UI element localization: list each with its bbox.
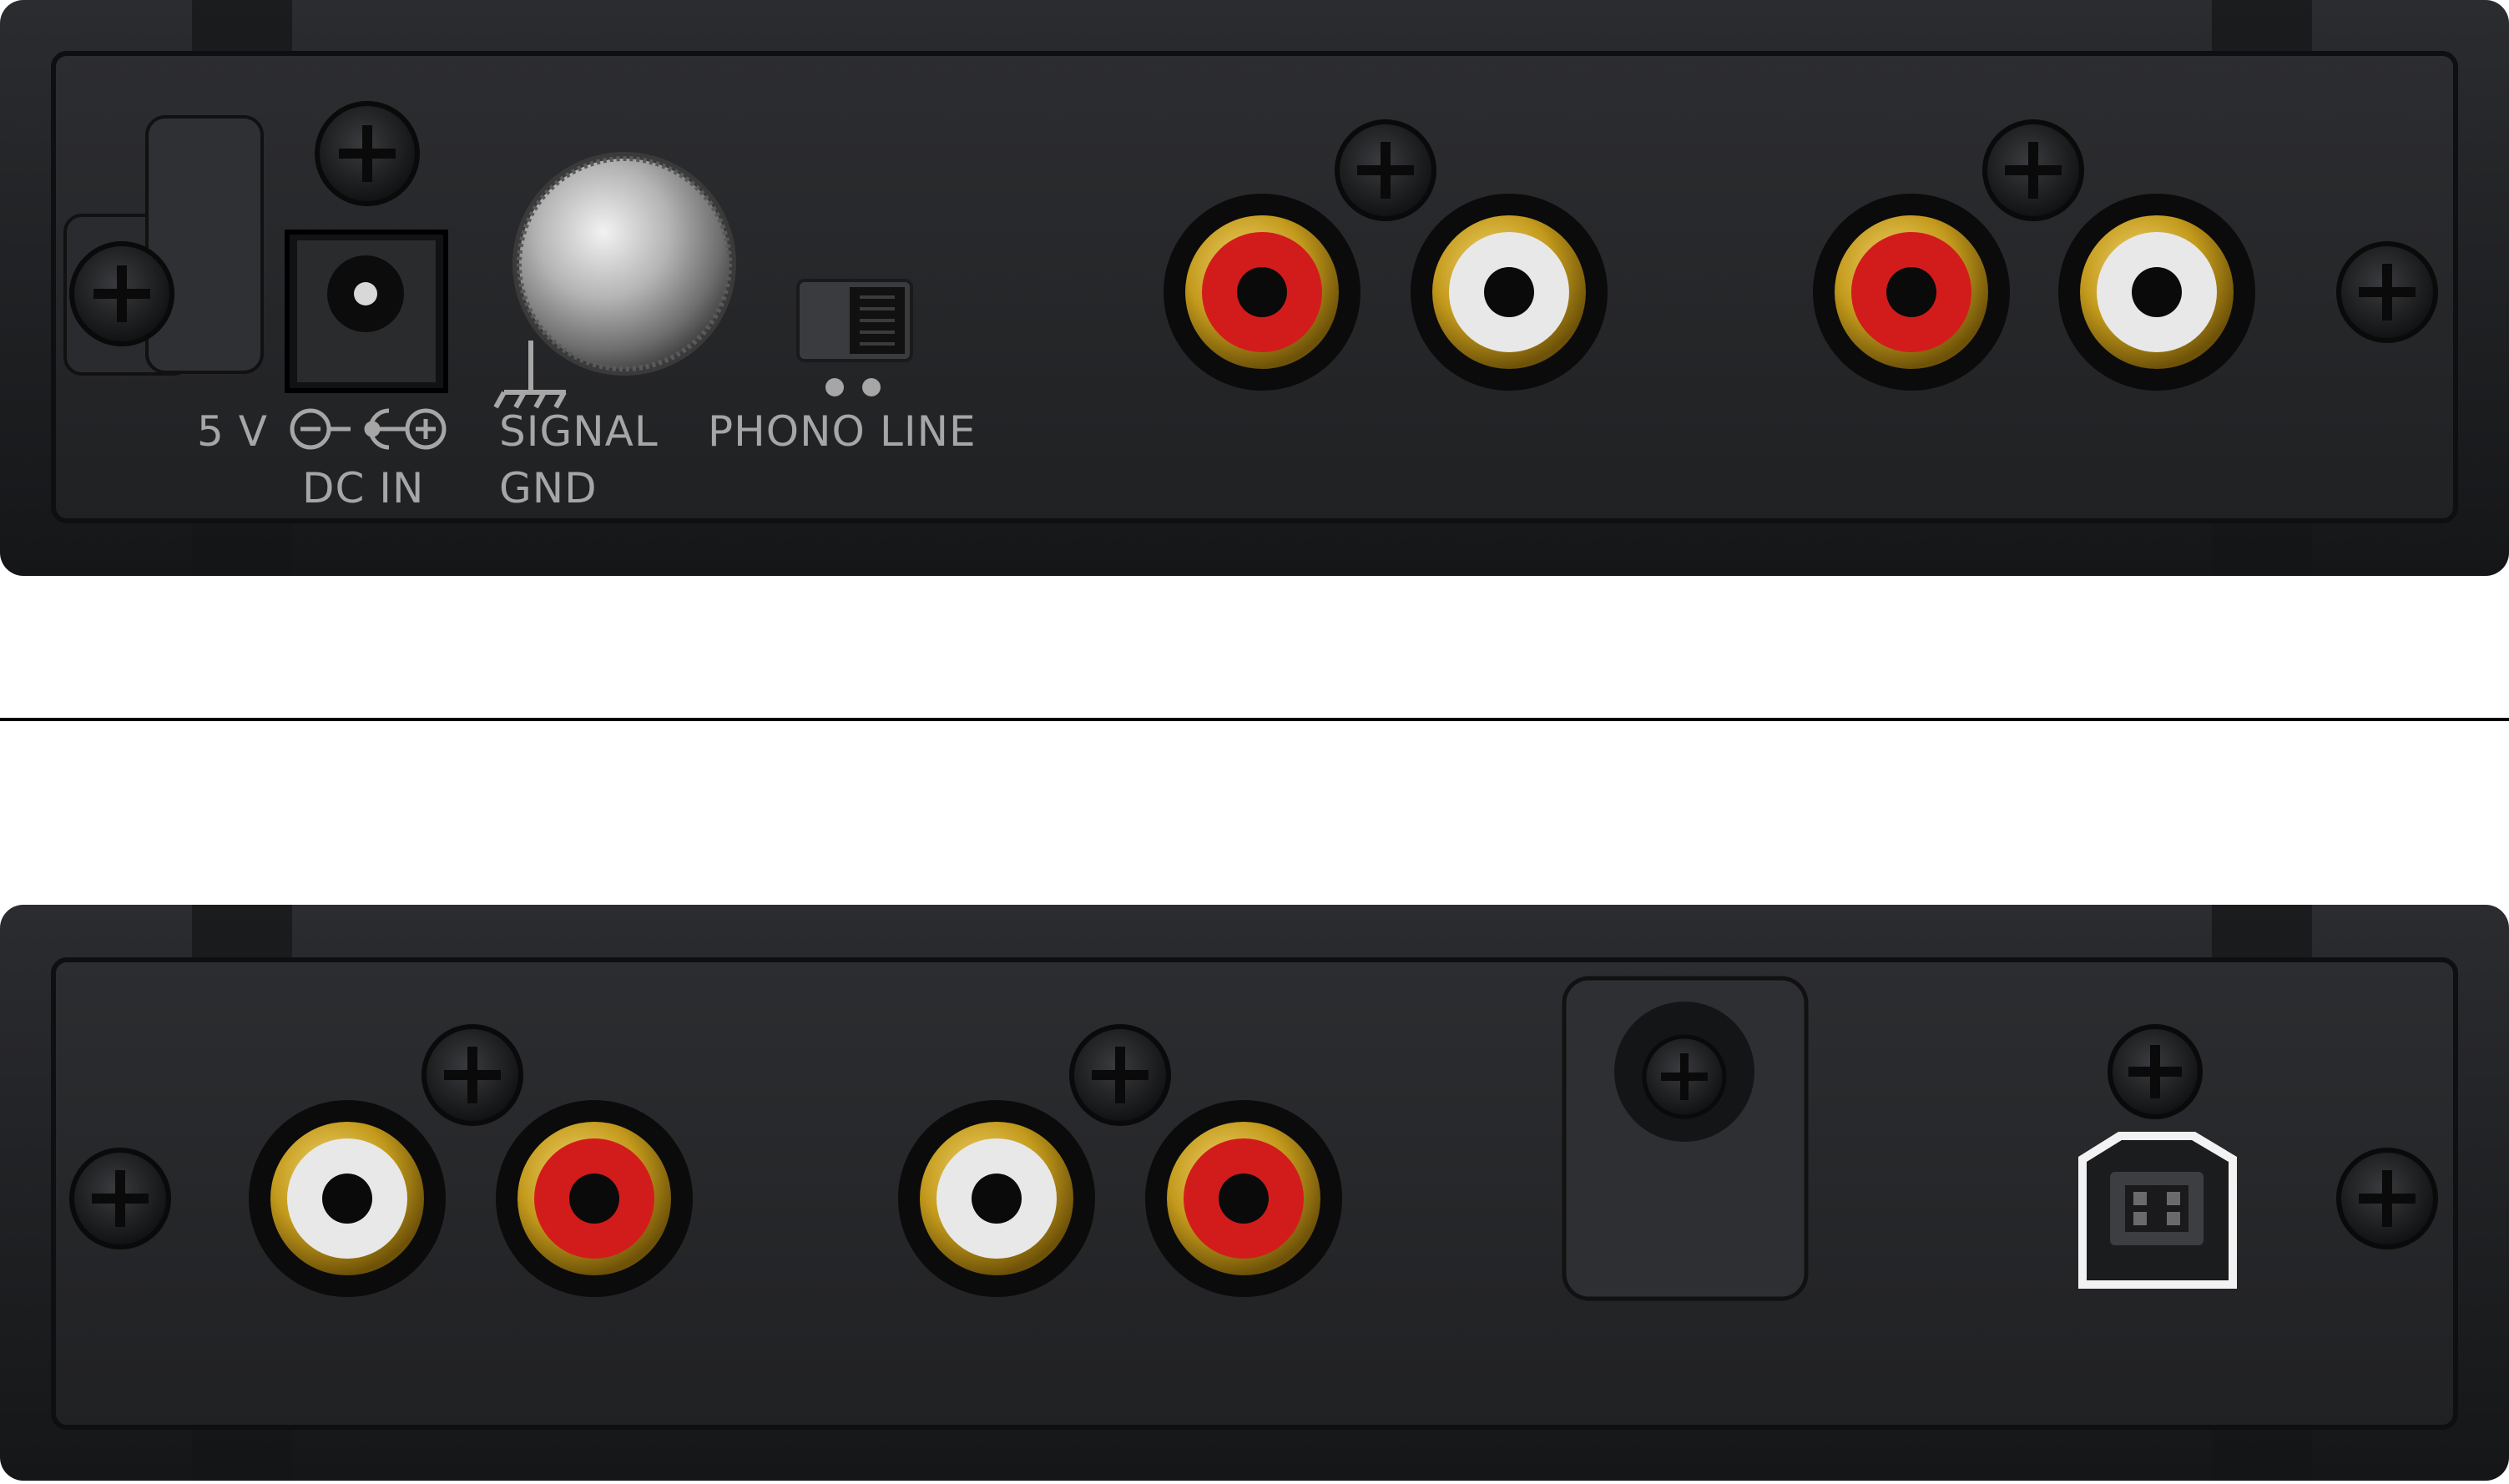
rca-jack-white[interactable] [249,1100,446,1297]
usb-b-port-icon[interactable] [2078,1132,2237,1289]
screw-icon [1335,119,1436,221]
rca-jack-white[interactable] [898,1100,1095,1297]
rca-jack-white[interactable] [2058,194,2255,391]
rca-jack-white[interactable] [1411,194,1608,391]
bottom-rear-panel [0,905,2509,1481]
signal-label: SIGNAL [499,407,659,456]
dc-in-label: DC IN [302,464,424,512]
device-rear-panels: 5 V DC IN SIGNAL GND PHONO LINE [0,0,2509,1481]
screw-icon [69,241,174,346]
dc-in-jack[interactable] [285,230,448,393]
screw-icon [2336,1148,2438,1249]
phono-label: PHONO [708,407,866,456]
signal-gnd-knob[interactable] [512,152,736,376]
rca-jack-red[interactable] [1164,194,1361,391]
top-rear-panel: 5 V DC IN SIGNAL GND PHONO LINE [0,0,2509,576]
screw-icon [69,1148,171,1249]
rca-jack-red[interactable] [1813,194,2010,391]
rca-jack-red[interactable] [496,1100,693,1297]
screw-icon [2336,241,2438,343]
rca-jack-red[interactable] [1145,1100,1342,1297]
screw-icon [422,1024,523,1126]
screw-icon [2108,1024,2203,1119]
gnd-label: GND [499,464,598,512]
line-label: LINE [880,407,977,456]
screw-icon [315,101,420,206]
cable-anchor-block [1562,976,1809,1301]
screw-icon [1982,119,2084,221]
power-label: 5 V [197,407,268,456]
screw-icon [1069,1024,1171,1126]
